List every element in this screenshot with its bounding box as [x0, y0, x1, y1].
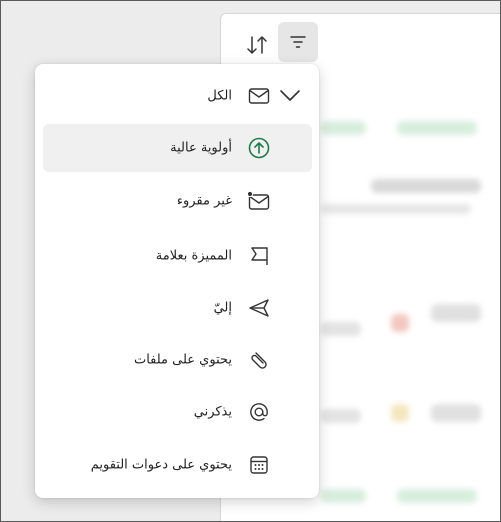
filter-item-high-priority[interactable]: أولوية عالية [43, 124, 312, 172]
filter-item-unread[interactable]: غير مقروء [43, 177, 312, 225]
background-blur [391, 404, 409, 422]
filter-item-label: غير مقروء [176, 193, 232, 209]
app-window: الكل أولوية عالية غير مقروء المميزة بعلا… [0, 0, 501, 522]
calendar-icon [246, 452, 272, 478]
background-blur [321, 121, 366, 135]
sort-arrows-icon [247, 36, 267, 54]
envelope-unread-icon [246, 188, 272, 214]
background-blur [397, 121, 477, 135]
flag-icon [246, 243, 272, 269]
background-blur [371, 179, 481, 193]
filter-lines-icon [290, 36, 306, 48]
filter-button[interactable] [278, 22, 318, 62]
filter-item-label: الكل [207, 88, 232, 104]
background-blur [321, 489, 366, 503]
filter-item-label: إليّ [213, 300, 232, 316]
checkmark-icon [278, 84, 302, 108]
envelope-icon [246, 83, 272, 109]
send-icon [246, 295, 272, 321]
background-blur [397, 489, 477, 503]
background-blur [391, 314, 409, 332]
background-blur [321, 322, 361, 336]
background-blur [431, 404, 481, 422]
filter-item-mentions-me[interactable]: يذكرني [43, 388, 312, 436]
filter-item-label: يحتوي على دعوات التقويم [90, 457, 232, 473]
filter-item-calendar-invites[interactable]: يحتوي على دعوات التقويم [43, 441, 312, 489]
filter-item-to-me[interactable]: إليّ [43, 284, 312, 332]
background-blur [321, 409, 361, 423]
filter-item-flagged[interactable]: المميزة بعلامة [43, 232, 312, 280]
arrow-up-circle-icon [246, 135, 272, 161]
filter-item-has-files[interactable]: يحتوي على ملفات [43, 336, 312, 384]
filter-item-all[interactable]: الكل [43, 72, 312, 120]
filter-menu: الكل أولوية عالية غير مقروء المميزة بعلا… [35, 64, 319, 498]
filter-item-label: المميزة بعلامة [155, 248, 232, 264]
paperclip-icon [246, 347, 272, 373]
background-blur [431, 304, 481, 322]
background-blur [321, 204, 471, 214]
filter-item-label: يحتوي على ملفات [133, 352, 232, 368]
filter-item-label: يذكرني [193, 404, 232, 420]
sort-button[interactable] [237, 25, 277, 65]
filter-item-label: أولوية عالية [170, 140, 232, 156]
mention-icon [246, 399, 272, 425]
